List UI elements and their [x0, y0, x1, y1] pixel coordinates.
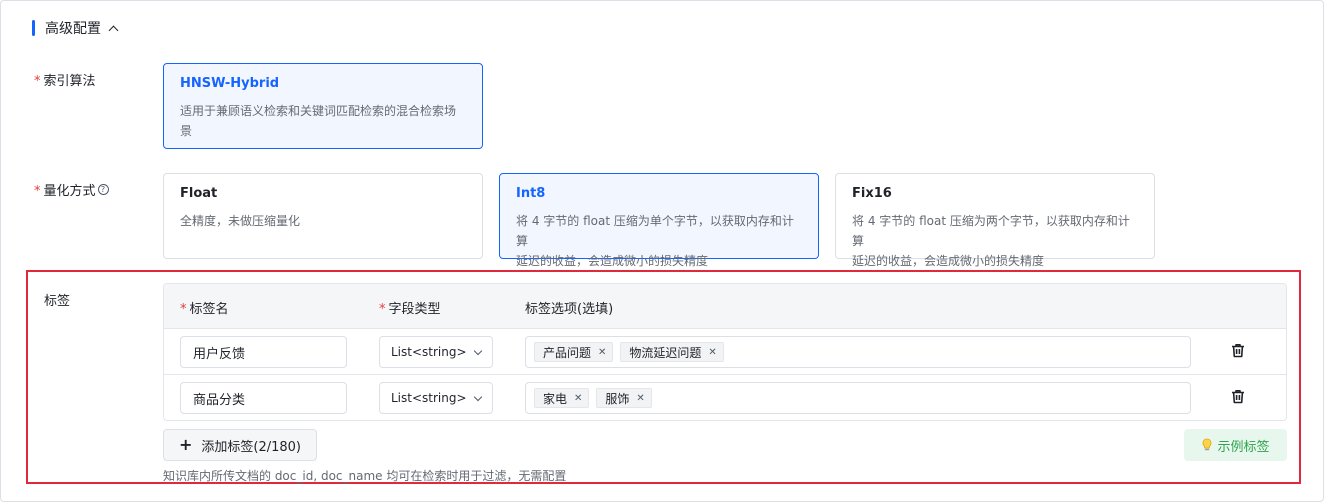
chip-label: 物流延迟问题: [629, 345, 702, 360]
tag-options-input[interactable]: 家电 ✕ 服饰 ✕: [525, 382, 1191, 414]
quant-option-int8[interactable]: Int8 将 4 字节的 float 压缩为单个字节，以获取内存和计算 延迟的收…: [499, 173, 819, 268]
option-title: HNSW-Hybrid: [180, 76, 280, 91]
chip-label: 服饰: [605, 391, 630, 406]
column-header-options: 标签选项(选填): [525, 298, 613, 317]
field-type-select[interactable]: List<string>: [379, 336, 493, 368]
help-circle-icon[interactable]: ?: [97, 184, 109, 195]
column-header-type: * 字段类型: [379, 298, 441, 317]
option-title: Fix16: [852, 186, 892, 201]
plus-icon: +: [178, 434, 193, 454]
chevron-down-icon: [473, 392, 483, 401]
tags-table-header: * 标签名 * 字段类型 标签选项(选填): [164, 284, 1286, 329]
trash-icon[interactable]: [1231, 343, 1245, 362]
close-icon[interactable]: ✕: [598, 347, 606, 358]
option-desc-line1: 全精度，未做压缩量化: [180, 214, 301, 228]
table-row: 用户反馈 List<string> 产品问题 ✕ 物流延迟问题 ✕: [164, 329, 1286, 375]
section-title: 高级配置: [45, 21, 101, 37]
section-accent-bar: [32, 20, 35, 36]
tag-option-chip: 物流延迟问题 ✕: [620, 342, 724, 362]
tag-option-chip: 服饰 ✕: [596, 388, 652, 408]
chip-label: 家电: [543, 391, 568, 406]
quantization-label: * 量化方式 ?: [34, 180, 109, 199]
option-desc-line1: 将 4 字节的 float 压缩为两个字节，以获取内存和计算: [852, 214, 1130, 248]
tags-table: * 标签名 * 字段类型 标签选项(选填) 用户反馈 List<string> …: [163, 283, 1287, 421]
column-header-name: * 标签名: [180, 298, 229, 317]
quant-option-float[interactable]: Float 全精度，未做压缩量化: [163, 173, 483, 259]
quant-option-fix16[interactable]: Fix16 将 4 字节的 float 压缩为两个字节，以获取内存和计算 延迟的…: [835, 173, 1155, 268]
tag-options-input[interactable]: 产品问题 ✕ 物流延迟问题 ✕: [525, 336, 1191, 368]
required-asterisk: *: [180, 302, 187, 317]
close-icon[interactable]: ✕: [636, 393, 644, 404]
column-header-type-text: 字段类型: [388, 302, 441, 317]
option-desc-line1: 适用于兼顾语义检索和关键词匹配检索的混合检索场: [180, 104, 457, 118]
option-title: Int8: [516, 186, 546, 201]
option-title: Float: [180, 186, 218, 201]
required-asterisk: *: [379, 302, 386, 317]
example-tags-button[interactable]: 示例标签: [1184, 429, 1287, 461]
chevron-up-icon[interactable]: [108, 25, 119, 35]
required-asterisk: *: [34, 74, 41, 89]
tag-option-chip: 家电 ✕: [534, 388, 590, 408]
example-tags-label: 示例标签: [1217, 439, 1270, 455]
table-row: 商品分类 List<string> 家电 ✕ 服饰 ✕: [164, 375, 1286, 420]
index-option-hnsw-hybrid[interactable]: HNSW-Hybrid 适用于兼顾语义检索和关键词匹配检索的混合检索场 景: [163, 63, 483, 149]
tags-hint-text: 知识库内所传文档的 doc_id, doc_name 均可在检索时用于过滤，无需…: [163, 469, 567, 483]
tag-name-input[interactable]: 用户反馈: [180, 336, 347, 368]
add-tag-button[interactable]: + 添加标签(2/180): [163, 429, 317, 461]
option-desc-line2: 延迟的收益，会造成微小的损失精度: [852, 254, 1045, 268]
tag-name-input[interactable]: 商品分类: [180, 382, 347, 414]
chevron-down-icon: [473, 346, 483, 355]
field-type-select[interactable]: List<string>: [379, 382, 493, 414]
close-icon[interactable]: ✕: [708, 347, 716, 358]
option-desc-line1: 将 4 字节的 float 压缩为单个字节，以获取内存和计算: [516, 214, 794, 248]
index-algorithm-label: * 索引算法: [34, 70, 96, 89]
quantization-label-text: 量化方式: [43, 184, 96, 199]
lightbulb-icon: [1201, 438, 1213, 452]
index-algorithm-label-text: 索引算法: [43, 74, 96, 89]
column-header-options-text: 标签选项(选填): [525, 302, 614, 317]
advanced-config-header[interactable]: 高级配置: [32, 17, 119, 39]
column-header-name-text: 标签名: [189, 302, 229, 317]
option-desc-line2: 延迟的收益，会造成微小的损失精度: [516, 254, 709, 268]
chip-label: 产品问题: [543, 345, 592, 360]
tag-option-chip: 产品问题 ✕: [534, 342, 614, 362]
required-asterisk: *: [34, 184, 41, 199]
close-icon[interactable]: ✕: [574, 393, 582, 404]
add-tag-label: 添加标签(2/180): [201, 439, 301, 455]
field-type-value: List<string>: [391, 391, 467, 405]
tags-label: 标签: [44, 294, 71, 309]
option-desc-line2: 景: [180, 124, 193, 138]
field-type-value: List<string>: [391, 345, 467, 359]
trash-icon[interactable]: [1231, 389, 1245, 408]
